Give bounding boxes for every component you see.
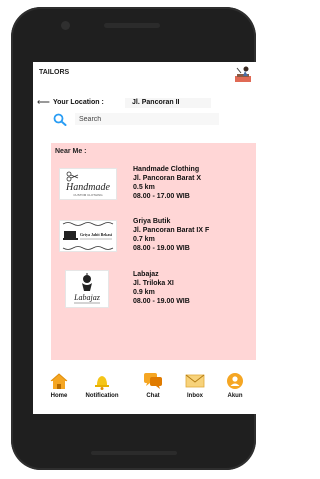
bottom-nav: Home Notification Chat Inbox Akun <box>33 372 257 408</box>
shop-logo-text: Handmade <box>65 182 110 193</box>
shop-info: Griya Butik Jl. Pancoran Barat IX F 0.7 … <box>133 217 251 253</box>
shop-address: Jl. Pancoran Barat X <box>133 175 202 182</box>
near-me-panel: Near Me : Handmade CUSTOM CLOTHING Handm… <box>51 143 256 360</box>
mail-icon <box>185 374 205 388</box>
shop-logo-labajaz: Labajaz <box>65 270 109 308</box>
shop-hours: 08.00 - 19.00 WIB <box>133 298 190 305</box>
dress-form-icon <box>82 273 92 291</box>
nav-label: Inbox <box>187 393 203 399</box>
shop-name: Griya Butik <box>133 218 171 225</box>
speaker-grille <box>104 23 160 28</box>
shop-address: Jl. Pancoran Barat IX F <box>133 227 210 234</box>
location-label: Your Location : <box>53 99 104 106</box>
nav-akun[interactable]: Akun <box>213 372 257 408</box>
nav-label: Akun <box>227 393 243 399</box>
shop-distance: 0.5 km <box>133 184 155 191</box>
bell-icon <box>95 376 109 390</box>
shop-hours: 08.00 - 17.00 WIB <box>133 193 190 200</box>
nav-notification[interactable]: Notification <box>80 372 124 408</box>
tailor-logo-icon <box>233 65 253 88</box>
back-arrow-icon[interactable]: ⟵ <box>37 98 50 107</box>
near-me-title: Near Me : <box>55 148 87 155</box>
nav-label: Chat <box>146 393 160 399</box>
nav-chat[interactable]: Chat <box>131 372 175 408</box>
shop-card-griya[interactable]: Griya Jahit Bekasi Griya Butik Jl. Panco… <box>59 217 249 259</box>
shop-logo-text: Labajaz <box>73 293 101 302</box>
location-row: ⟵ Your Location : Jl. Pancoran II <box>37 98 253 109</box>
nav-label: Notification <box>85 393 119 399</box>
shop-distance: 0.9 km <box>133 289 155 296</box>
sewing-machine-icon <box>63 231 78 240</box>
top-bar: TAILORS <box>33 62 257 88</box>
shop-card-labajaz[interactable]: Labajaz Labajaz Jl. Triloka XI 0.9 km 08… <box>59 270 249 312</box>
camera-icon <box>61 21 70 30</box>
shop-logo-text: Griya Jahit Bekasi <box>80 232 113 237</box>
home-icon <box>50 373 68 389</box>
scissors-icon <box>66 171 79 182</box>
search-bar <box>53 113 223 126</box>
shop-info: Labajaz Jl. Triloka XI 0.9 km 08.00 - 19… <box>133 270 251 306</box>
account-icon <box>227 373 243 389</box>
shop-logo-handmade: Handmade CUSTOM CLOTHING <box>59 168 117 200</box>
phone-bottom-bar <box>91 451 177 455</box>
shop-logo-griya: Griya Jahit Bekasi <box>59 220 117 252</box>
search-icon[interactable] <box>53 113 67 131</box>
shop-info: Handmade Clothing Jl. Pancoran Barat X 0… <box>133 165 251 201</box>
shop-logo-subtext: CUSTOM CLOTHING <box>73 193 103 197</box>
search-input[interactable] <box>75 113 219 125</box>
nav-home[interactable]: Home <box>37 372 81 408</box>
shop-card-handmade[interactable]: Handmade CUSTOM CLOTHING Handmade Clothi… <box>59 165 249 207</box>
location-value[interactable]: Jl. Pancoran II <box>125 98 211 108</box>
shop-address: Jl. Triloka XI <box>133 280 174 287</box>
phone-frame: TAILORS ⟵ Your Location : Jl. Pancoran I… <box>11 7 257 470</box>
chat-icon <box>144 373 162 389</box>
shop-distance: 0.7 km <box>133 236 155 243</box>
shop-hours: 08.00 - 19.00 WIB <box>133 245 190 252</box>
shop-name: Handmade Clothing <box>133 166 200 173</box>
nav-inbox[interactable]: Inbox <box>173 372 217 408</box>
app-screen: TAILORS ⟵ Your Location : Jl. Pancoran I… <box>33 62 257 414</box>
nav-label: Home <box>50 393 68 399</box>
app-title: TAILORS <box>39 69 70 76</box>
shop-name: Labajaz <box>133 271 159 278</box>
